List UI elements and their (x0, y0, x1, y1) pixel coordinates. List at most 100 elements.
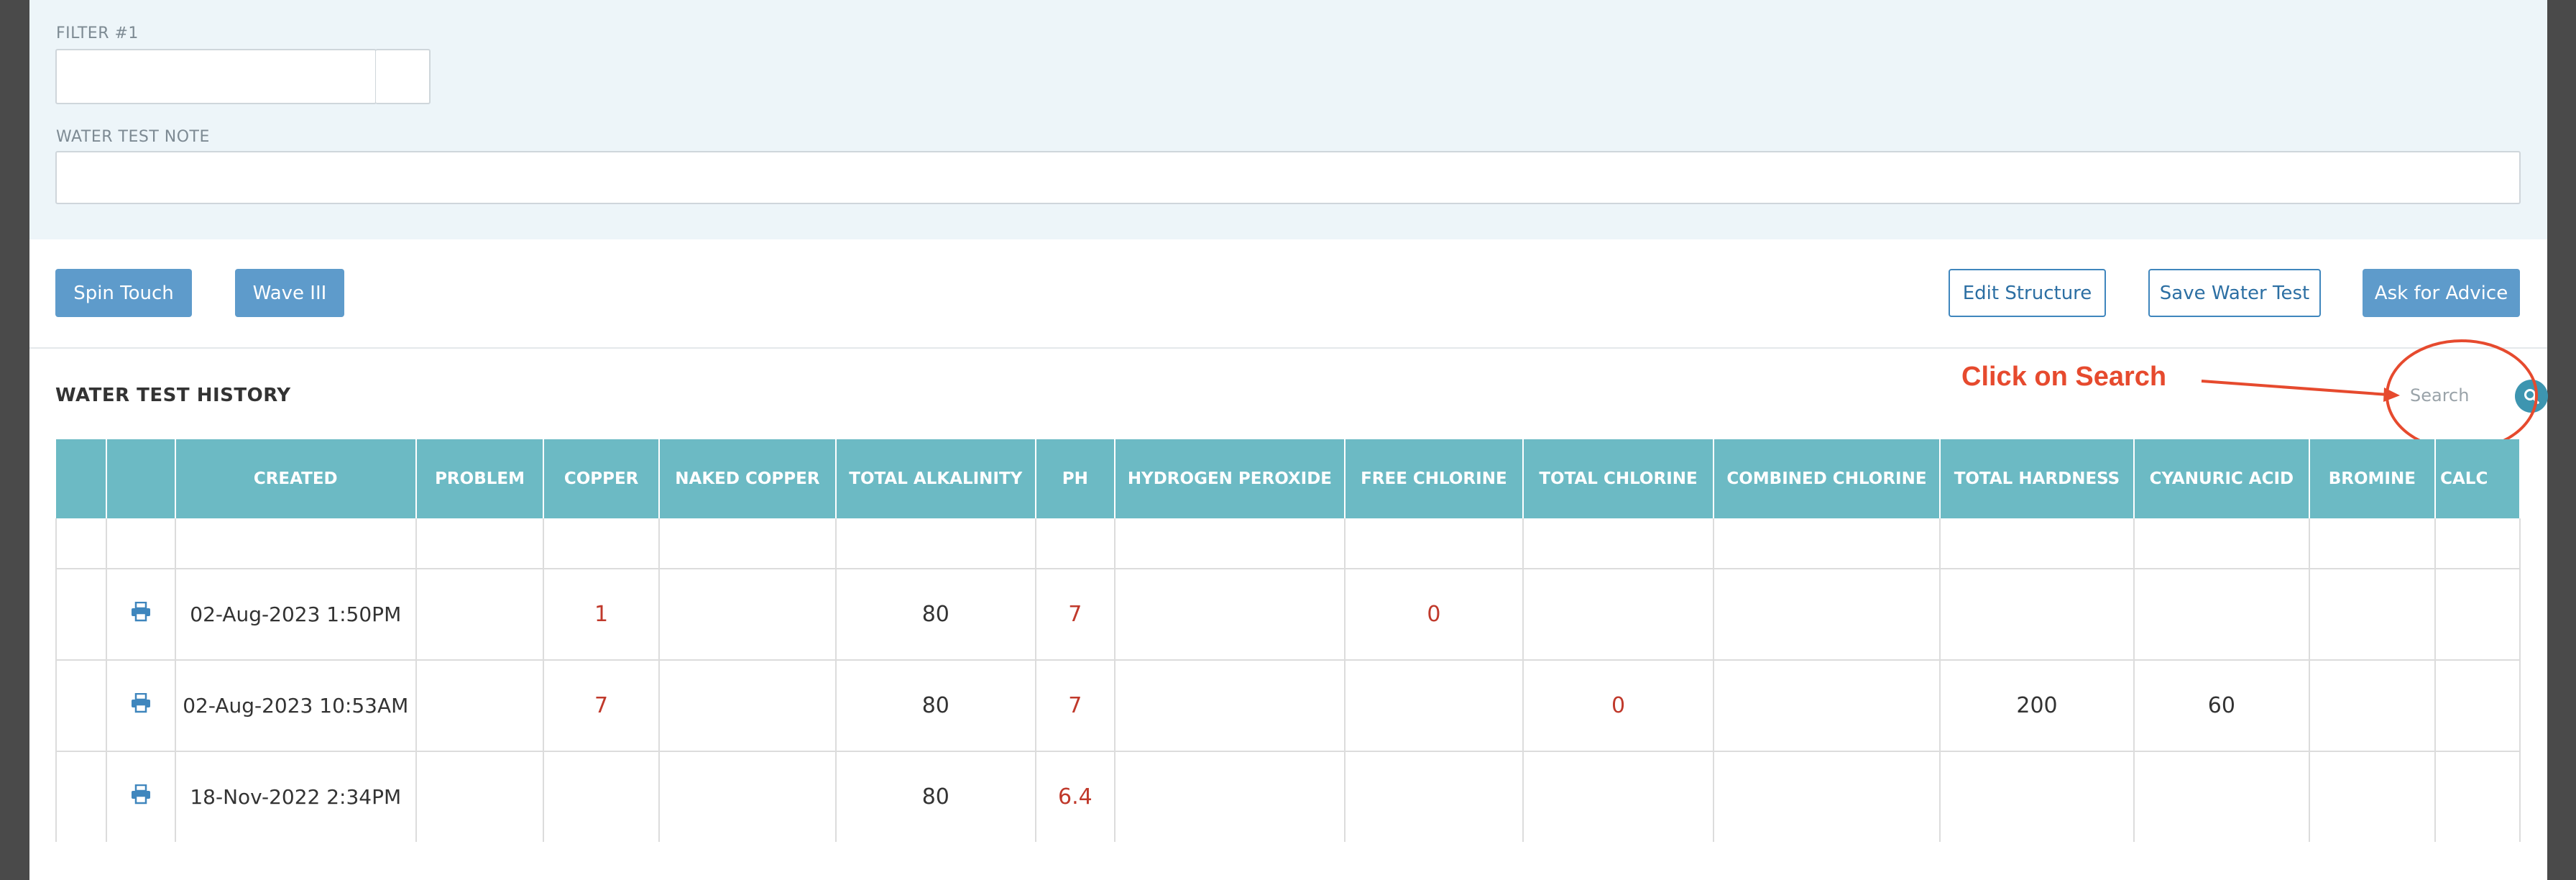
column-header-cyanuric-acid[interactable]: CYANURIC ACID (2134, 439, 2310, 518)
problem-cell (415, 569, 545, 661)
column-header-created[interactable]: CREATED (175, 439, 417, 518)
empty-cell (1035, 518, 1116, 569)
section-divider (29, 347, 2547, 349)
copper-cell (543, 751, 660, 842)
created-cell: 02-Aug-2023 10:53AM (175, 660, 417, 752)
free-chlorine-cell (1344, 660, 1524, 752)
free-chlorine-cell (1344, 751, 1524, 842)
edit-structure-button[interactable]: Edit Structure (1949, 269, 2106, 317)
empty-cell (1522, 518, 1715, 569)
water-test-history-title: WATER TEST HISTORY (55, 385, 291, 406)
ph-cell: 7 (1035, 569, 1116, 661)
cyanuric-acid-cell (2134, 751, 2310, 842)
total-alkalinity-cell: 80 (835, 751, 1036, 842)
total-hardness-cell (1939, 569, 2135, 661)
water-test-page: FILTER #1 WATER TEST NOTE Spin Touch Wav… (29, 0, 2548, 880)
total-hardness-cell: 200 (1939, 660, 2135, 752)
total-hardness-cell (1939, 751, 2135, 842)
water-test-history-table: CREATED PROBLEM COPPER NAKED COPPER TOTA… (55, 439, 2521, 842)
cyanuric-acid-cell (2134, 569, 2310, 661)
column-header-ph[interactable]: PH (1035, 439, 1116, 518)
printer-icon[interactable] (130, 692, 152, 713)
table-row[interactable]: 18-Nov-2022 2:34PM 80 6.4 (55, 751, 2521, 842)
total-chlorine-cell: 0 (1522, 660, 1715, 752)
bromine-cell (2309, 569, 2437, 661)
column-header-total-hardness[interactable]: TOTAL HARDNESS (1939, 439, 2135, 518)
total-chlorine-cell (1522, 569, 1715, 661)
naked-copper-cell (658, 569, 837, 661)
table-header-row: CREATED PROBLEM COPPER NAKED COPPER TOTA… (56, 439, 2521, 518)
spin-touch-button[interactable]: Spin Touch (55, 269, 192, 317)
print-cell[interactable] (106, 660, 176, 752)
combined-chlorine-cell (1714, 751, 1941, 842)
row-select-cell[interactable] (55, 751, 107, 842)
water-test-note-label: WATER TEST NOTE (56, 128, 210, 146)
empty-cell (835, 518, 1036, 569)
empty-cell (543, 518, 660, 569)
created-cell: 02-Aug-2023 1:50PM (175, 569, 417, 661)
empty-cell (175, 518, 417, 569)
hydrogen-peroxide-cell (1115, 569, 1346, 661)
combined-chlorine-cell (1714, 660, 1941, 752)
filter1-addon[interactable] (375, 49, 431, 104)
test-entry-panel: FILTER #1 WATER TEST NOTE (29, 0, 2547, 239)
total-alkalinity-cell: 80 (835, 660, 1036, 752)
column-header-total-alkalinity[interactable]: TOTAL ALKALINITY (835, 439, 1036, 518)
printer-icon[interactable] (130, 784, 152, 805)
water-test-history-table-container[interactable]: CREATED PROBLEM COPPER NAKED COPPER TOTA… (55, 439, 2521, 842)
printer-icon[interactable] (130, 601, 152, 622)
table-row[interactable]: 02-Aug-2023 10:53AM 7 80 7 0 200 60 (55, 660, 2521, 752)
problem-cell (415, 660, 545, 752)
column-header-naked-copper[interactable]: NAKED COPPER (658, 439, 837, 518)
empty-cell (55, 518, 107, 569)
print-cell[interactable] (106, 569, 176, 661)
column-header-copper[interactable]: COPPER (543, 439, 660, 518)
row-select-cell[interactable] (55, 569, 107, 661)
column-header-total-chlorine[interactable]: TOTAL CHLORINE (1522, 439, 1715, 518)
naked-copper-cell (658, 660, 837, 752)
row-select-cell[interactable] (55, 660, 107, 752)
empty-cell (415, 518, 545, 569)
annotation-circle (2386, 339, 2538, 452)
print-cell[interactable] (106, 751, 176, 842)
empty-cell (2309, 518, 2437, 569)
column-header-actions[interactable] (106, 439, 176, 518)
cyanuric-acid-cell: 60 (2134, 660, 2310, 752)
column-header-bromine[interactable]: BROMINE (2309, 439, 2437, 518)
water-test-note-input[interactable] (55, 151, 2521, 204)
bromine-cell (2309, 751, 2437, 842)
column-header-calc[interactable]: CALC (2435, 439, 2521, 518)
empty-cell (1344, 518, 1524, 569)
filter1-input[interactable] (55, 49, 377, 104)
column-header-select[interactable] (56, 439, 107, 518)
naked-copper-cell (658, 751, 837, 842)
combined-chlorine-cell (1714, 569, 1941, 661)
calc-cell (2435, 751, 2521, 842)
empty-cell (658, 518, 837, 569)
column-header-free-chlorine[interactable]: FREE CHLORINE (1344, 439, 1524, 518)
copper-cell: 1 (543, 569, 660, 661)
column-header-hydrogen-peroxide[interactable]: HYDROGEN PEROXIDE (1115, 439, 1346, 518)
free-chlorine-cell: 0 (1344, 569, 1524, 661)
table-filter-row (55, 518, 2521, 569)
filter1-label: FILTER #1 (56, 24, 139, 42)
table-row[interactable]: 02-Aug-2023 1:50PM 1 80 7 0 (55, 569, 2521, 661)
empty-cell (2435, 518, 2521, 569)
copper-cell: 7 (543, 660, 660, 752)
calc-cell (2435, 569, 2521, 661)
empty-cell (2134, 518, 2310, 569)
empty-cell (1714, 518, 1941, 569)
bromine-cell (2309, 660, 2437, 752)
ask-for-advice-button[interactable]: Ask for Advice (2363, 269, 2520, 317)
hydrogen-peroxide-cell (1115, 660, 1346, 752)
column-header-problem[interactable]: PROBLEM (415, 439, 545, 518)
annotation-arrow (2201, 380, 2400, 402)
annotation-text: Click on Search (1961, 362, 2167, 392)
column-header-combined-chlorine[interactable]: COMBINED CHLORINE (1714, 439, 1941, 518)
wave-iii-button[interactable]: Wave III (235, 269, 344, 317)
empty-cell (1115, 518, 1346, 569)
calc-cell (2435, 660, 2521, 752)
hydrogen-peroxide-cell (1115, 751, 1346, 842)
empty-cell (106, 518, 176, 569)
save-water-test-button[interactable]: Save Water Test (2148, 269, 2321, 317)
